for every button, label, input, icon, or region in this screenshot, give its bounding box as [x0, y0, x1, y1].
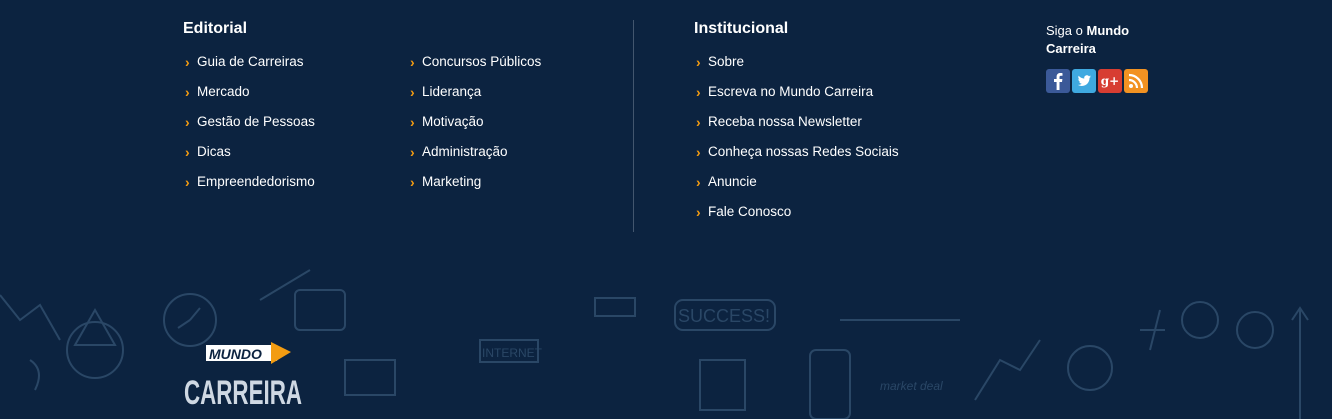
chevron-right-icon: ›	[185, 144, 190, 160]
editorial-list-col1: › Guia de Carreiras › Mercado › Gestão de P…	[185, 50, 315, 200]
chevron-right-icon: ›	[410, 174, 415, 190]
link-mercado[interactable]: › Mercado	[185, 80, 315, 110]
link-redes-sociais[interactable]: › Conheça nossas Redes Sociais	[696, 140, 899, 170]
column-divider	[633, 20, 634, 232]
link-marketing[interactable]: › Marketing	[410, 170, 541, 200]
mundo-carreira-logo[interactable]: MUNDO CARREIRA	[183, 338, 308, 412]
editorial-list-col2: › Concursos Públicos › Liderança › Motivaçã…	[410, 50, 541, 200]
chevron-right-icon: ›	[185, 84, 190, 100]
link-motivacao[interactable]: › Motivação	[410, 110, 541, 140]
link-concursos-publicos[interactable]: › Concursos Públicos	[410, 50, 541, 80]
googleplus-icon[interactable]: g+	[1098, 69, 1122, 93]
svg-text:INTERNET: INTERNET	[482, 346, 543, 360]
link-anuncie[interactable]: › Anuncie	[696, 170, 899, 200]
chevron-right-icon: ›	[410, 54, 415, 70]
svg-text:market deal: market deal	[880, 379, 943, 393]
chevron-right-icon: ›	[696, 114, 701, 130]
rss-icon[interactable]	[1124, 69, 1148, 93]
editorial-heading: Editorial	[183, 20, 248, 37]
link-dicas[interactable]: › Dicas	[185, 140, 315, 170]
social-icons: g+	[1046, 69, 1148, 93]
chevron-right-icon: ›	[696, 204, 701, 220]
chevron-right-icon: ›	[696, 174, 701, 190]
chevron-right-icon: ›	[185, 114, 190, 130]
chevron-right-icon: ›	[696, 144, 701, 160]
follow-heading: Siga o Mundo Carreira	[1046, 23, 1130, 56]
link-newsletter[interactable]: › Receba nossa Newsletter	[696, 110, 899, 140]
institucional-heading: Institucional	[694, 20, 789, 37]
svg-text:SUCCESS!: SUCCESS!	[678, 306, 770, 326]
link-sobre[interactable]: › Sobre	[696, 50, 899, 80]
link-guia-de-carreiras[interactable]: › Guia de Carreiras	[185, 50, 315, 80]
institucional-list: › Sobre › Escreva no Mundo Carreira › Receb…	[696, 50, 899, 230]
link-gestao-de-pessoas[interactable]: › Gestão de Pessoas	[185, 110, 315, 140]
link-administracao[interactable]: › Administração	[410, 140, 541, 170]
chevron-right-icon: ›	[185, 174, 190, 190]
link-empreendedorismo[interactable]: › Empreendedorismo	[185, 170, 315, 200]
svg-text:CARREIRA: CARREIRA	[184, 374, 302, 410]
chevron-right-icon: ›	[185, 54, 190, 70]
facebook-icon[interactable]	[1046, 69, 1070, 93]
chevron-right-icon: ›	[410, 144, 415, 160]
twitter-icon[interactable]	[1072, 69, 1096, 93]
chevron-right-icon: ›	[410, 114, 415, 130]
chevron-right-icon: ›	[696, 84, 701, 100]
chevron-right-icon: ›	[696, 54, 701, 70]
chevron-right-icon: ›	[410, 84, 415, 100]
link-escreva[interactable]: › Escreva no Mundo Carreira	[696, 80, 899, 110]
svg-text:MUNDO: MUNDO	[209, 346, 262, 362]
link-lideranca[interactable]: › Liderança	[410, 80, 541, 110]
link-fale-conosco[interactable]: › Fale Conosco	[696, 200, 899, 230]
